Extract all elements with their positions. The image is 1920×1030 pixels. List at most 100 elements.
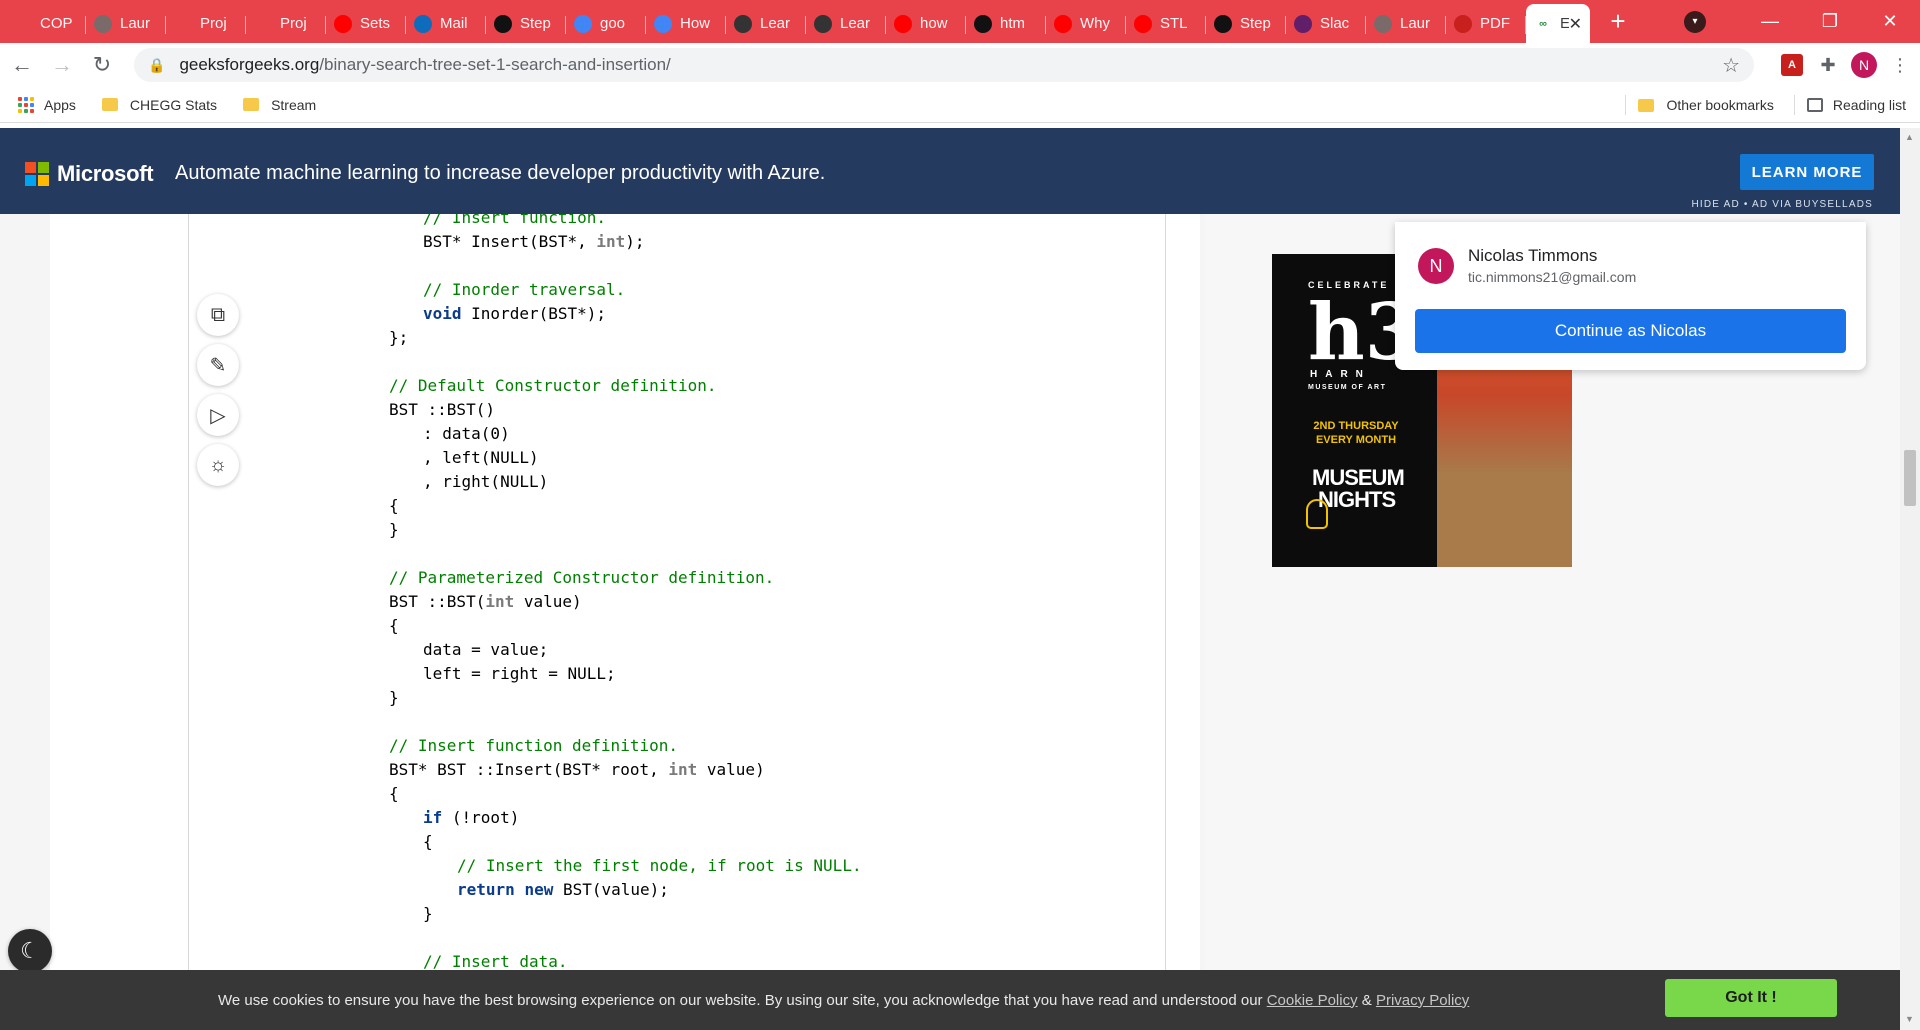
tab-active[interactable]: ∞ E ✕ <box>1526 4 1590 43</box>
profile-avatar[interactable]: N <box>1846 52 1882 78</box>
run-icon[interactable]: ▷ <box>197 394 239 436</box>
code-line: { <box>389 782 862 806</box>
tab-title: How <box>680 15 711 32</box>
tab[interactable]: STL <box>1126 7 1206 41</box>
hide-ad-link[interactable]: HIDE AD • AD VIA BUYSELLADS <box>1691 199 1873 210</box>
tab-title: STL <box>1160 15 1188 32</box>
tab[interactable]: Step <box>486 7 566 41</box>
bookmark-star-icon[interactable]: ☆ <box>1722 53 1740 78</box>
extensions-puzzle-icon[interactable]: ✚ <box>1810 55 1846 76</box>
got-it-button[interactable]: Got It ! <box>1665 979 1837 1017</box>
code-line: data = value; <box>389 638 862 662</box>
account-email: tic.nimmons21@gmail.com <box>1468 269 1637 285</box>
google-icon <box>654 14 672 33</box>
tab[interactable]: Lear <box>726 7 806 41</box>
tab[interactable]: how <box>886 7 966 41</box>
code-token: , left(NULL) <box>423 448 539 467</box>
code-token: // Insert data. <box>423 952 568 970</box>
close-tab-icon[interactable]: ✕ <box>1569 14 1582 34</box>
tab[interactable]: goo <box>566 7 646 41</box>
bookmark-apps[interactable]: Apps <box>18 96 76 113</box>
book-icon <box>814 14 832 33</box>
code-line: // Insert function. <box>389 214 862 230</box>
dark-mode-toggle[interactable]: ☾ <box>8 929 52 970</box>
tab-title: Lear <box>840 15 871 32</box>
ad-name: HARN <box>1310 369 1371 380</box>
forward-icon[interactable]: → <box>44 47 80 83</box>
tab[interactable]: Laur <box>1366 7 1446 41</box>
minimize-icon[interactable]: — <box>1740 11 1800 32</box>
tab-title: COP <box>40 15 73 32</box>
tab-title: PDF <box>1480 15 1510 32</box>
code-token: { <box>389 496 399 515</box>
tab[interactable]: Laur <box>86 7 166 41</box>
tab[interactable]: Mail <box>406 7 486 41</box>
back-icon[interactable]: ← <box>4 47 40 83</box>
reading-list-icon <box>1806 98 1823 112</box>
article-column: // Insert function. BST* Insert(BST*, int… <box>50 214 1200 970</box>
restore-icon[interactable]: ❐ <box>1800 11 1860 32</box>
tab-title: goo <box>600 15 626 32</box>
tab[interactable]: Why <box>1046 7 1126 41</box>
tab[interactable]: COP <box>6 7 86 41</box>
bookmark-label: CHEGG Stats <box>129 96 218 113</box>
stepik-icon <box>494 14 512 33</box>
scroll-down-icon[interactable]: ▼ <box>1905 1014 1914 1024</box>
google-icon <box>574 14 592 33</box>
tab-title: Slac <box>1320 15 1350 32</box>
code-token: BST ::BST() <box>389 400 495 419</box>
scroll-thumb[interactable] <box>1904 450 1916 506</box>
tab[interactable]: How <box>646 7 726 41</box>
ad-banner[interactable]: Microsoft Automate machine learning to i… <box>0 128 1920 214</box>
menu-dots-icon[interactable]: ⋮ <box>1882 55 1918 76</box>
code-line: // Insert the first node, if root is NUL… <box>389 854 862 878</box>
tab[interactable]: PDF <box>1446 7 1526 41</box>
new-tab-button[interactable]: + <box>1596 0 1640 43</box>
cookie-policy-link[interactable]: Cookie Policy <box>1267 992 1358 1009</box>
code-token: // Parameterized Constructor definition. <box>389 568 775 587</box>
other-bookmarks[interactable]: Other bookmarks <box>1638 97 1774 113</box>
code-line: }; <box>389 326 862 350</box>
reload-icon[interactable]: ↻ <box>84 47 120 83</box>
globe-icon <box>94 14 112 33</box>
tab[interactable]: htm <box>966 7 1046 41</box>
tab[interactable]: Slac <box>1286 7 1366 41</box>
tab-title: Sets <box>360 15 391 32</box>
tab[interactable]: Sets <box>326 7 406 41</box>
acrobat-extension-icon[interactable]: A <box>1774 54 1810 76</box>
tab[interactable]: Lear <box>806 7 886 41</box>
tab-search-icon[interactable]: ▾ <box>1684 10 1706 33</box>
geeksforgeeks-icon: ∞ <box>1534 14 1552 33</box>
tab[interactable]: Step <box>1206 7 1286 41</box>
privacy-policy-link[interactable]: Privacy Policy <box>1376 992 1469 1009</box>
page-scrollbar[interactable]: ▲ ▼ <box>1900 128 1920 1030</box>
code-line: BST* BST ::Insert(BST* root, int value) <box>389 758 862 782</box>
close-window-icon[interactable]: ✕ <box>1860 11 1920 32</box>
bookmark-stream[interactable]: Stream <box>243 97 316 113</box>
code-token: int <box>596 232 626 251</box>
tab[interactable]: Proj <box>246 7 326 41</box>
tab[interactable]: Proj <box>166 7 246 41</box>
reading-list[interactable]: Reading list <box>1806 97 1906 113</box>
book-icon <box>734 14 752 33</box>
scroll-up-icon[interactable]: ▲ <box>1905 132 1914 142</box>
code-token: { <box>389 784 399 803</box>
theme-icon[interactable]: ☼ <box>197 444 239 486</box>
stepik-icon <box>1214 14 1232 33</box>
circle-icon <box>254 14 272 33</box>
folder-icon <box>243 98 260 111</box>
code-toolbar: ⧉ ✎ ▷ ☼ <box>197 294 239 494</box>
learn-more-button[interactable]: LEARN MORE <box>1740 154 1874 190</box>
extension-area: A ✚ N ⋮ <box>1774 52 1918 78</box>
bookmark-chegg-stats[interactable]: CHEGG Stats <box>101 96 218 113</box>
tab-title: E <box>1560 15 1569 32</box>
bookmarks-right: Other bookmarks Reading list <box>1613 87 1906 123</box>
copy-icon[interactable]: ⧉ <box>197 294 239 336</box>
address-bar[interactable]: 🔒 geeksforgeeks.org/binary-search-tree-s… <box>134 48 1754 82</box>
lightbulb-icon <box>1306 499 1328 529</box>
edit-icon[interactable]: ✎ <box>197 344 239 386</box>
continue-as-button[interactable]: Continue as Nicolas <box>1415 309 1846 353</box>
lock-icon[interactable]: 🔒 <box>148 57 165 74</box>
